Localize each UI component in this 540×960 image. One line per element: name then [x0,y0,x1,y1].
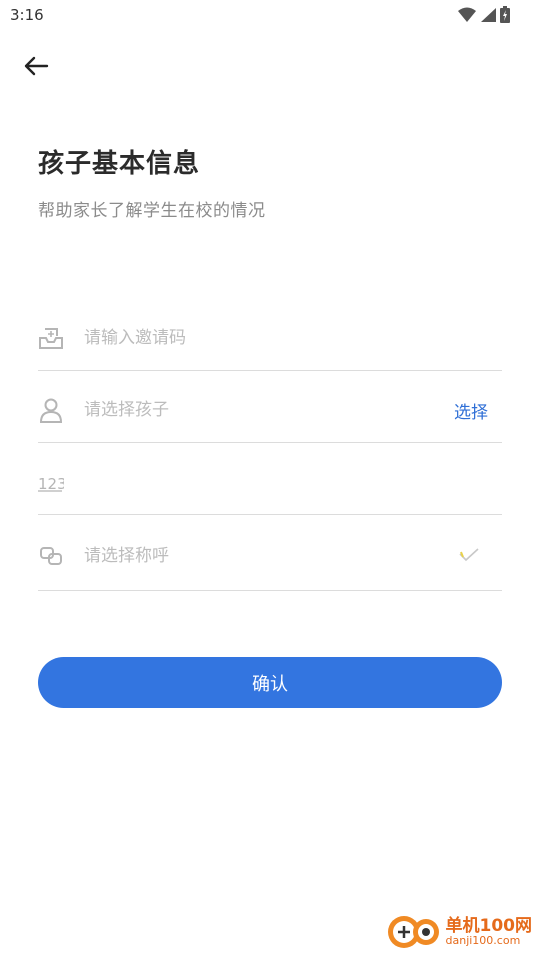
watermark-url: danji100.com [445,934,521,948]
signal-icon [480,7,496,23]
status-bar: 3:16 [0,0,540,32]
relationship-select-input[interactable] [84,546,422,566]
battery-icon [500,6,510,23]
back-button[interactable] [20,52,52,84]
relationship-row [38,522,502,591]
svg-text:123: 123 [38,475,64,492]
watermark-text: 单机100网 danji100.com [445,915,533,948]
watermark: 单机100网 danji100.com [384,910,533,954]
invite-code-input[interactable] [84,328,422,348]
select-child-button[interactable]: 选择 [454,398,488,423]
number-input[interactable] [84,473,422,493]
wifi-icon [458,7,476,23]
status-icons [458,6,510,23]
number-row: 123 [38,452,502,515]
watermark-main: 单机100网 [445,915,533,936]
number-123-icon: 123 [38,474,64,492]
check-icon[interactable] [458,546,480,566]
status-time: 3:16 [10,6,44,24]
link-icon [38,545,64,567]
arrow-left-icon [23,55,49,81]
watermark-logo-icon [384,910,442,954]
confirm-button[interactable]: 确认 [38,657,502,708]
inbox-icon [38,326,64,350]
invite-code-row [38,306,502,371]
page-subtitle: 帮助家长了解学生在校的情况 [38,201,266,221]
person-icon [38,397,64,423]
child-select-input[interactable] [84,400,422,420]
child-row: 选择 [38,378,502,443]
page-title: 孩子基本信息 [38,149,201,179]
